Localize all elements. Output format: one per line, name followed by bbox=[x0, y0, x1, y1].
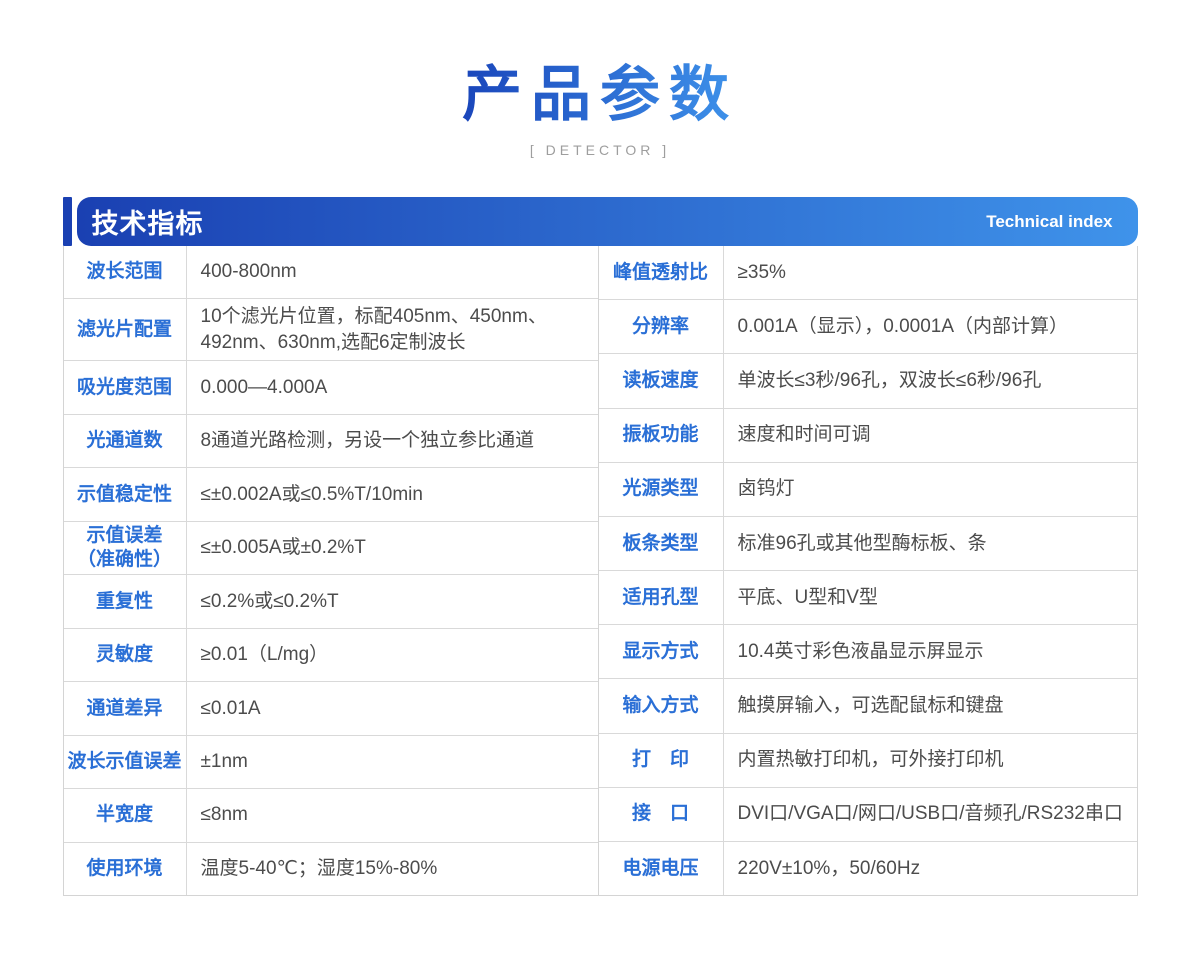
spec-row: 波长范围400-800nm bbox=[64, 246, 598, 298]
spec-value: 0.001A（显示），0.0001A（内部计算） bbox=[724, 300, 1137, 353]
spec-value: 单波长≤3秒/96孔，双波长≤6秒/96孔 bbox=[724, 354, 1137, 407]
spec-value: ≥0.01（L/mg） bbox=[187, 629, 598, 681]
spec-label: 读板速度 bbox=[599, 354, 724, 407]
spec-row: 输入方式触摸屏输入，可选配鼠标和键盘 bbox=[599, 678, 1137, 732]
spec-value: 标准96孔或其他型酶标板、条 bbox=[724, 517, 1137, 570]
spec-value: ±1nm bbox=[187, 736, 598, 788]
spec-column-right: 峰值透射比≥35%分辨率0.001A（显示），0.0001A（内部计算）读板速度… bbox=[599, 246, 1137, 895]
page-subtitle: [ DETECTOR ] bbox=[0, 142, 1200, 158]
spec-label: 输入方式 bbox=[599, 679, 724, 732]
spec-row: 电源电压220V±10%，50/60Hz bbox=[599, 841, 1137, 895]
spec-row: 读板速度单波长≤3秒/96孔，双波长≤6秒/96孔 bbox=[599, 353, 1137, 407]
spec-label: 示值稳定性 bbox=[64, 468, 187, 520]
spec-value: 0.000—4.000A bbox=[187, 361, 598, 413]
spec-row: 适用孔型平底、U型和V型 bbox=[599, 570, 1137, 624]
spec-value: 400-800nm bbox=[187, 246, 598, 298]
spec-value: 内置热敏打印机，可外接打印机 bbox=[724, 734, 1137, 787]
spec-row: 吸光度范围0.000—4.000A bbox=[64, 360, 598, 413]
spec-label: 光源类型 bbox=[599, 463, 724, 516]
spec-label: 波长范围 bbox=[64, 246, 187, 298]
spec-label: 适用孔型 bbox=[599, 571, 724, 624]
spec-row: 板条类型标准96孔或其他型酶标板、条 bbox=[599, 516, 1137, 570]
spec-value: 220V±10%，50/60Hz bbox=[724, 842, 1137, 895]
spec-row: 光通道数8通道光路检测，另设一个独立参比通道 bbox=[64, 414, 598, 467]
accent-strip bbox=[63, 197, 72, 246]
spec-column-left: 波长范围400-800nm滤光片配置10个滤光片位置，标配405nm、450nm… bbox=[64, 246, 599, 895]
page-title: 产品参数 bbox=[462, 62, 738, 128]
spec-row: 波长示值误差±1nm bbox=[64, 735, 598, 788]
spec-row: 振板功能速度和时间可调 bbox=[599, 408, 1137, 462]
section-header: 技术指标 Technical index bbox=[63, 197, 1138, 246]
spec-value: 10.4英寸彩色液晶显示屏显示 bbox=[724, 625, 1137, 678]
spec-label: 通道差异 bbox=[64, 682, 187, 734]
spec-value: ≥35% bbox=[724, 246, 1137, 299]
spec-row: 滤光片配置10个滤光片位置，标配405nm、450nm、492nm、630nm,… bbox=[64, 298, 598, 360]
spec-value: ≤0.01A bbox=[187, 682, 598, 734]
spec-label: 滤光片配置 bbox=[64, 299, 187, 360]
page: 产品参数 [ DETECTOR ] 技术指标 Technical index 波… bbox=[0, 0, 1200, 973]
section-title-en: Technical index bbox=[986, 212, 1112, 232]
spec-row: 示值误差 （准确性）≤±0.005A或±0.2%T bbox=[64, 521, 598, 574]
spec-row: 接 口DVI口/VGA口/网口/USB口/音频孔/RS232串口 bbox=[599, 787, 1137, 841]
spec-label: 灵敏度 bbox=[64, 629, 187, 681]
spec-value: 8通道光路检测，另设一个独立参比通道 bbox=[187, 415, 598, 467]
spec-label: 电源电压 bbox=[599, 842, 724, 895]
spec-label: 示值误差 （准确性） bbox=[64, 522, 187, 574]
spec-label: 吸光度范围 bbox=[64, 361, 187, 413]
spec-value: 温度5-40℃；湿度15%-80% bbox=[187, 843, 598, 895]
spec-label: 重复性 bbox=[64, 575, 187, 627]
spec-value: ≤8nm bbox=[187, 789, 598, 841]
spec-label: 振板功能 bbox=[599, 409, 724, 462]
spec-row: 通道差异≤0.01A bbox=[64, 681, 598, 734]
spec-value: DVI口/VGA口/网口/USB口/音频孔/RS232串口 bbox=[724, 788, 1137, 841]
spec-row: 打 印内置热敏打印机，可外接打印机 bbox=[599, 733, 1137, 787]
spec-label: 波长示值误差 bbox=[64, 736, 187, 788]
spec-row: 显示方式10.4英寸彩色液晶显示屏显示 bbox=[599, 624, 1137, 678]
section-title-cn: 技术指标 bbox=[92, 202, 204, 241]
spec-label: 半宽度 bbox=[64, 789, 187, 841]
page-header: 产品参数 [ DETECTOR ] bbox=[0, 0, 1200, 158]
spec-label: 分辨率 bbox=[599, 300, 724, 353]
spec-table: 波长范围400-800nm滤光片配置10个滤光片位置，标配405nm、450nm… bbox=[63, 246, 1138, 896]
spec-value: ≤±0.005A或±0.2%T bbox=[187, 522, 598, 574]
spec-row: 灵敏度≥0.01（L/mg） bbox=[64, 628, 598, 681]
spec-label: 显示方式 bbox=[599, 625, 724, 678]
spec-label: 接 口 bbox=[599, 788, 724, 841]
spec-label: 光通道数 bbox=[64, 415, 187, 467]
spec-row: 分辨率0.001A（显示），0.0001A（内部计算） bbox=[599, 299, 1137, 353]
spec-value: 卤钨灯 bbox=[724, 463, 1137, 516]
spec-label: 板条类型 bbox=[599, 517, 724, 570]
spec-label: 使用环境 bbox=[64, 843, 187, 895]
spec-row: 示值稳定性≤±0.002A或≤0.5%T/10min bbox=[64, 467, 598, 520]
spec-value: 10个滤光片位置，标配405nm、450nm、492nm、630nm,选配6定制… bbox=[187, 299, 598, 360]
spec-value: 速度和时间可调 bbox=[724, 409, 1137, 462]
spec-row: 光源类型卤钨灯 bbox=[599, 462, 1137, 516]
section-bar: 技术指标 Technical index bbox=[77, 197, 1138, 246]
spec-row: 半宽度≤8nm bbox=[64, 788, 598, 841]
spec-value: ≤0.2%或≤0.2%T bbox=[187, 575, 598, 627]
spec-value: 触摸屏输入，可选配鼠标和键盘 bbox=[724, 679, 1137, 732]
spec-value: 平底、U型和V型 bbox=[724, 571, 1137, 624]
spec-card: 技术指标 Technical index 波长范围400-800nm滤光片配置1… bbox=[63, 197, 1138, 896]
spec-label: 打 印 bbox=[599, 734, 724, 787]
spec-value: ≤±0.002A或≤0.5%T/10min bbox=[187, 468, 598, 520]
spec-row: 峰值透射比≥35% bbox=[599, 246, 1137, 299]
spec-label: 峰值透射比 bbox=[599, 246, 724, 299]
spec-row: 使用环境温度5-40℃；湿度15%-80% bbox=[64, 842, 598, 895]
spec-row: 重复性≤0.2%或≤0.2%T bbox=[64, 574, 598, 627]
